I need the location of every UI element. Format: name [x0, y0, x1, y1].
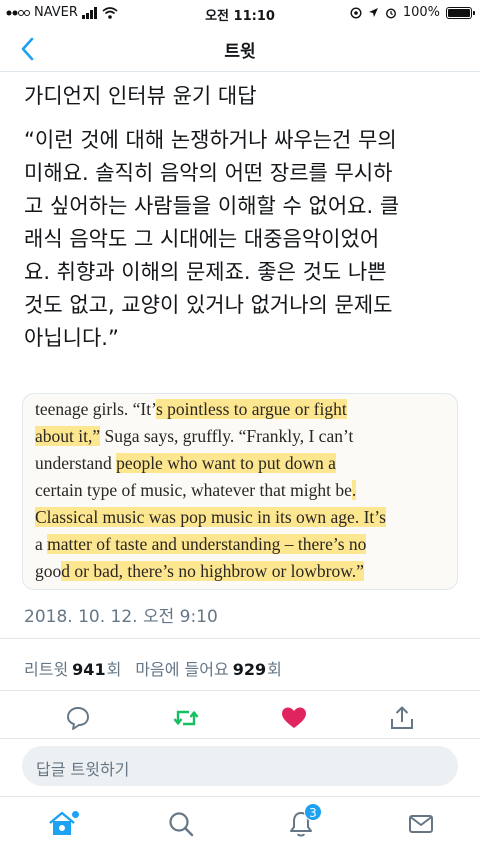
page-title: 트윗	[224, 42, 256, 62]
tab-messages[interactable]	[406, 809, 436, 839]
tab-notifications[interactable]: 3	[286, 803, 322, 839]
divider	[0, 638, 480, 639]
tab-bar: 3	[0, 797, 480, 853]
highlighted-text: d or bad, there’s no highbrow or lowbrow…	[61, 561, 364, 581]
highlighted-text: matter of taste and understanding – ther…	[47, 534, 367, 554]
image-text-line: understand people who want to put down a	[35, 451, 336, 476]
tab-search[interactable]	[166, 809, 196, 839]
image-text: understand	[35, 453, 117, 473]
envelope-icon	[409, 815, 433, 833]
highlighted-text: about it,”	[35, 426, 101, 446]
image-text-line: a matter of taste and understanding – th…	[35, 532, 367, 557]
image-text: goo	[35, 561, 62, 581]
image-text-line: certain type of music, whatever that mig…	[35, 478, 357, 503]
battery-percent: 100%	[402, 5, 440, 20]
retweet-label[interactable]: 리트윗	[24, 656, 68, 680]
search-icon	[169, 812, 194, 837]
tweet-actions	[0, 704, 480, 734]
divider	[0, 738, 480, 739]
notification-badge: 3	[304, 803, 322, 821]
location-icon	[368, 8, 378, 17]
tweet-timestamp: 2018. 10. 12. 오전 9:10	[24, 607, 218, 627]
nav-bar: 트윗	[0, 26, 480, 72]
tweet-image[interactable]: teenage girls. “It’s pointless to argue …	[22, 393, 458, 590]
tweet-text: “이런 것에 대해 논쟁하거나 싸우는건 무의 미해요. 솔직히 음악의 어떤 …	[24, 128, 400, 350]
like-suffix: 회	[267, 660, 282, 679]
alarm-icon	[385, 7, 396, 19]
reply-input[interactable]: 답글 트윗하기	[22, 746, 458, 786]
image-text-line: teenage girls. “It’s pointless to argue …	[35, 397, 347, 422]
status-right: 100%	[350, 5, 475, 20]
retweet-count[interactable]: 941	[72, 660, 105, 679]
image-text: certain type of music, whatever that mig…	[35, 480, 352, 500]
home-dot	[72, 811, 79, 818]
highlighted-text: .	[351, 480, 357, 500]
battery-icon	[446, 6, 475, 19]
share-icon[interactable]	[388, 704, 416, 732]
highlighted-text: s pointless to argue or fight	[156, 399, 347, 419]
retweet-icon[interactable]	[172, 704, 200, 732]
image-text-line: good or bad, there’s no highbrow or lowb…	[35, 559, 364, 584]
tweet-stats: 리트윗 941 회 마음에 들어요 929 회	[24, 656, 282, 680]
battery-fill	[448, 8, 470, 17]
at-icon	[350, 6, 362, 19]
highlighted-text: people who want to put down a	[116, 453, 336, 473]
heart-icon[interactable]	[280, 704, 308, 732]
reply-icon[interactable]	[64, 704, 92, 732]
image-text: a	[35, 534, 48, 554]
image-text-line: Classical music was pop music in its own…	[35, 505, 386, 530]
reply-placeholder: 답글 트윗하기	[36, 760, 130, 779]
tweet-title: 가디언지 인터뷰 윤기 대답	[24, 84, 257, 108]
highlighted-text: Classical music was pop music in its own…	[35, 507, 386, 527]
divider	[0, 690, 480, 691]
like-label[interactable]: 마음에 들어요	[135, 656, 228, 680]
image-text: Suga says, gruffly. “Frankly, I can’t	[100, 426, 354, 446]
like-count[interactable]: 929	[233, 660, 266, 679]
image-text-line: about it,” Suga says, gruffly. “Frankly,…	[35, 424, 353, 449]
retweet-suffix: 회	[106, 660, 122, 679]
tab-home[interactable]	[47, 809, 79, 839]
status-bar: NAVER 오전 11:10 100%	[0, 0, 480, 26]
image-text: teenage girls. “It’	[35, 399, 156, 419]
